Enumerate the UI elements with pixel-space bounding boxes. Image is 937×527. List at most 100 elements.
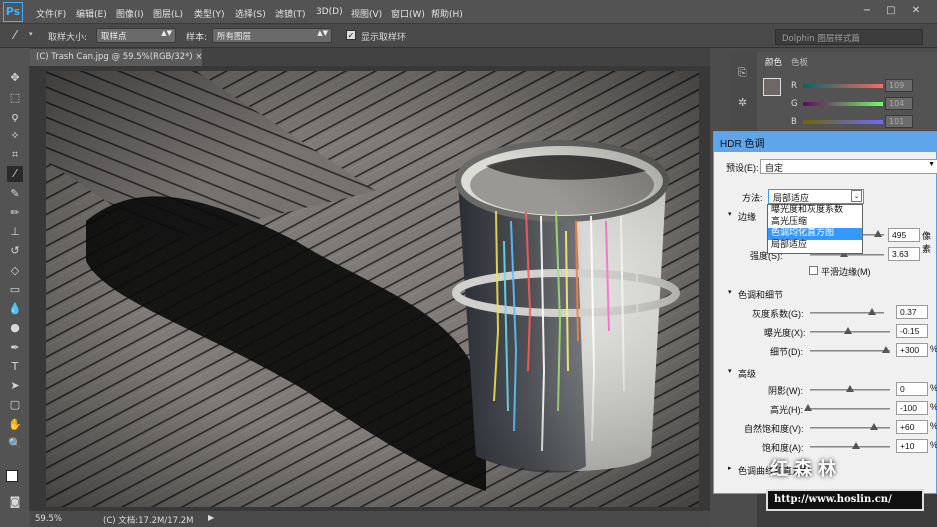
radius-input[interactable]: 495: [888, 228, 920, 242]
vibrance-slider[interactable]: [810, 423, 890, 430]
crop-tool-icon[interactable]: ⌗: [7, 147, 23, 163]
menu-view[interactable]: 视图(V): [351, 7, 382, 20]
slider-thumb[interactable]: [852, 442, 860, 449]
sample-size-select[interactable]: 取样点 ▲▼: [96, 28, 176, 43]
history-brush-icon[interactable]: ↺: [7, 243, 23, 259]
document-tab[interactable]: (C) Trash Can.jpg @ 59.5%(RGB/32*) ×: [30, 49, 202, 66]
smooth-edges-checkbox[interactable]: [809, 266, 818, 275]
tone-collapse-icon[interactable]: ▾: [728, 288, 732, 296]
canvas-area: [30, 66, 710, 511]
r-slider[interactable]: [803, 84, 883, 88]
highlight-input[interactable]: -100: [896, 401, 928, 415]
menu-select[interactable]: 选择(S): [235, 7, 266, 20]
strength-input[interactable]: 3.63: [888, 247, 920, 261]
method-option[interactable]: 曝光度和灰度系数: [768, 205, 862, 217]
method-select[interactable]: 局部适应 ⌄: [768, 189, 864, 204]
menu-edit[interactable]: 编辑(E): [76, 7, 107, 20]
chevron-down-icon[interactable]: ▾: [29, 30, 33, 38]
curve-expand-icon[interactable]: ▸: [728, 464, 732, 472]
foreground-swatch[interactable]: [763, 78, 781, 96]
quick-mask-icon[interactable]: ◙: [7, 494, 23, 510]
slider-thumb[interactable]: [882, 346, 890, 353]
tab-color[interactable]: 颜色: [761, 54, 787, 70]
slider-thumb[interactable]: [870, 423, 878, 430]
tone-group-title: 色调和细节: [738, 290, 784, 300]
close-button[interactable]: ✕: [909, 4, 923, 18]
menu-filter[interactable]: 滤镜(T): [275, 7, 306, 20]
blur-tool-icon[interactable]: 💧: [7, 301, 23, 317]
path-select-icon[interactable]: ➤: [7, 378, 23, 394]
gradient-tool-icon[interactable]: ▭: [7, 282, 23, 298]
menu-file[interactable]: 文件(F): [36, 7, 66, 20]
dialog-title[interactable]: HDR 色调: [714, 132, 937, 152]
show-ring-checkbox[interactable]: ✓: [346, 30, 356, 40]
minimize-button[interactable]: −: [860, 4, 874, 18]
menu-type[interactable]: 类型(Y): [194, 7, 225, 20]
exposure-slider[interactable]: [810, 327, 890, 334]
dodge-tool-icon[interactable]: ●: [7, 320, 23, 336]
eyedropper-tool-icon[interactable]: ⁄: [7, 166, 23, 182]
saturation-input[interactable]: +10: [896, 439, 928, 453]
highlight-label: 高光(H):: [770, 405, 803, 415]
maximize-button[interactable]: □: [884, 4, 898, 18]
strength-slider[interactable]: [810, 250, 884, 257]
stamp-tool-icon[interactable]: ⊥: [7, 224, 23, 240]
shadow-input[interactable]: 0: [896, 382, 928, 396]
slider-thumb[interactable]: [874, 230, 882, 237]
exposure-input[interactable]: -0.15: [896, 324, 928, 338]
tab-swatches[interactable]: 色板: [787, 54, 812, 70]
slider-thumb[interactable]: [804, 404, 812, 411]
brush-tool-icon[interactable]: ✏: [7, 205, 23, 221]
g-slider[interactable]: [803, 102, 883, 106]
menu-layer[interactable]: 图层(L): [153, 7, 183, 20]
zoom-level[interactable]: 59.5%: [35, 514, 62, 524]
shadow-slider[interactable]: [810, 385, 890, 392]
magic-wand-icon[interactable]: ✧: [7, 128, 23, 144]
move-tool-icon[interactable]: ✥: [7, 70, 23, 86]
edge-collapse-icon[interactable]: ▾: [728, 210, 732, 218]
lasso-tool-icon[interactable]: ϙ: [7, 109, 23, 125]
highlight-slider[interactable]: [804, 404, 890, 411]
shape-tool-icon[interactable]: ▢: [7, 397, 23, 413]
detail-unit: %: [930, 344, 937, 354]
detail-slider[interactable]: [810, 346, 890, 353]
advanced-collapse-icon[interactable]: ▾: [728, 367, 732, 375]
status-arrow-icon[interactable]: ▶: [208, 513, 214, 522]
slider-thumb[interactable]: [846, 385, 854, 392]
slider-thumb[interactable]: [844, 327, 852, 334]
vibrance-input[interactable]: +60: [896, 420, 928, 434]
gamma-slider[interactable]: [810, 308, 884, 315]
saturation-slider[interactable]: [810, 442, 890, 449]
workspace-switcher[interactable]: Dolphin 图层样式篇: [775, 29, 923, 45]
shadow-label: 阴影(W):: [768, 386, 803, 396]
method-option[interactable]: 高光压缩: [768, 217, 862, 229]
method-option-highlighted[interactable]: 色调均化直方图: [768, 228, 862, 240]
b-value[interactable]: 101: [885, 115, 913, 128]
menu-3d[interactable]: 3D(D): [316, 7, 343, 17]
healing-brush-icon[interactable]: ✎: [7, 186, 23, 202]
preset-select[interactable]: 自定 ▼: [760, 159, 937, 174]
gamma-input[interactable]: 0.37: [896, 305, 928, 319]
actions-panel-icon[interactable]: ✲: [738, 96, 747, 109]
detail-input[interactable]: +300: [896, 343, 928, 357]
r-value[interactable]: 109: [885, 79, 913, 92]
zoom-tool-icon[interactable]: 🔍: [7, 436, 23, 452]
type-tool-icon[interactable]: T: [7, 359, 23, 375]
method-option[interactable]: 局部适应: [768, 240, 862, 252]
eyedropper-icon[interactable]: ⁄: [14, 28, 16, 42]
b-slider[interactable]: [803, 120, 883, 124]
menu-window[interactable]: 窗口(W): [391, 7, 425, 20]
slider-thumb[interactable]: [868, 308, 876, 315]
g-value[interactable]: 104: [885, 97, 913, 110]
menu-help[interactable]: 帮助(H): [431, 7, 463, 20]
eraser-tool-icon[interactable]: ◇: [7, 263, 23, 279]
document-photo[interactable]: [46, 71, 699, 507]
pen-tool-icon[interactable]: ✒: [7, 340, 23, 356]
chevron-down-icon: ⌄: [851, 190, 862, 202]
history-panel-icon[interactable]: ⎘: [738, 66, 747, 80]
menu-image[interactable]: 图像(I): [116, 7, 144, 20]
foreground-color-swatch[interactable]: [6, 470, 18, 482]
marquee-tool-icon[interactable]: ⬚: [7, 90, 23, 106]
hand-tool-icon[interactable]: ✋: [7, 417, 23, 433]
sample-select[interactable]: 所有图层 ▲▼: [212, 28, 332, 43]
